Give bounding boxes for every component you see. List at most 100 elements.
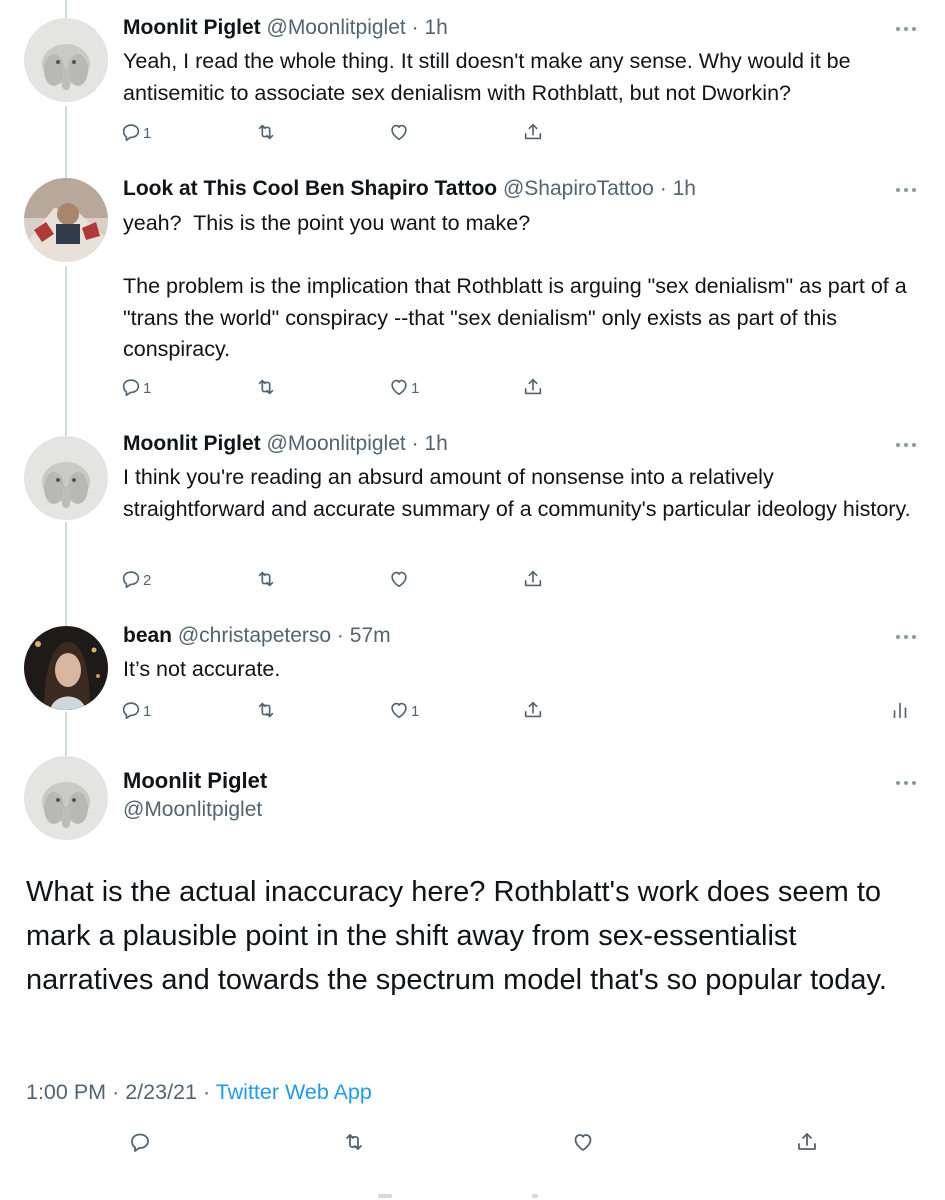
reply-icon [131, 1133, 149, 1152]
reply-count: 1 [143, 125, 152, 142]
like-button[interactable]: 1 [388, 696, 419, 724]
timestamp[interactable]: 1h [424, 432, 447, 455]
date[interactable]: 2/23/21 [125, 1080, 197, 1104]
handle[interactable]: @Moonlitpiglet [267, 432, 406, 455]
timestamp[interactable]: 1h [673, 177, 696, 200]
retweet-icon [258, 124, 274, 140]
retweet-icon [346, 1134, 362, 1150]
handle[interactable]: @Moonlitpiglet [123, 798, 262, 822]
display-name[interactable]: Moonlit Piglet [123, 768, 267, 794]
timestamp[interactable]: 57m [350, 624, 391, 647]
share-icon [524, 123, 542, 140]
more-icon[interactable] [895, 24, 917, 34]
separator: · [202, 1080, 211, 1104]
reply-button[interactable] [128, 1130, 152, 1154]
avatar[interactable] [24, 626, 108, 710]
reply-button[interactable]: 1 [120, 373, 151, 401]
reply-icon [122, 702, 140, 720]
retweet-icon [258, 379, 274, 395]
action-bar: 2 [120, 565, 920, 593]
share-button[interactable] [522, 118, 544, 146]
action-bar: 1 1 [120, 696, 920, 724]
tweet-meta: 1:00 PM · 2/23/21 · Twitter Web App [26, 1080, 372, 1105]
retweet-icon [258, 702, 274, 718]
reply-count: 1 [143, 380, 152, 397]
more-icon[interactable] [895, 778, 917, 788]
action-bar [0, 1130, 945, 1160]
reply-count: 2 [143, 572, 152, 589]
tweet-text: It’s not accurate. [123, 657, 281, 681]
display-name[interactable]: Look at This Cool Ben Shapiro Tattoo [123, 177, 497, 200]
like-button[interactable]: 1 [388, 373, 419, 401]
thread-line [65, 0, 67, 18]
cropped-content-edge [0, 1192, 945, 1200]
tweet-header: Moonlit Piglet @Moonlitpiglet · 1h [123, 14, 448, 42]
like-icon [391, 124, 407, 141]
like-button[interactable] [388, 565, 411, 593]
display-name[interactable]: Moonlit Piglet [123, 432, 261, 455]
analytics-icon [893, 702, 907, 719]
like-icon [391, 571, 407, 588]
share-button[interactable] [522, 565, 544, 593]
thread-line [65, 106, 67, 178]
retweet-button[interactable] [255, 118, 277, 146]
more-icon[interactable] [895, 632, 917, 642]
like-button[interactable] [388, 118, 411, 146]
share-icon [524, 378, 542, 395]
display-name[interactable]: Moonlit Piglet [123, 16, 261, 39]
share-button[interactable] [522, 696, 544, 724]
handle[interactable]: @ShapiroTattoo [503, 177, 654, 200]
reply-icon [122, 571, 140, 589]
share-icon [524, 701, 542, 718]
avatar[interactable] [24, 178, 108, 262]
reply-count: 1 [143, 703, 152, 720]
display-name[interactable]: bean [123, 624, 172, 647]
retweet-button[interactable] [255, 565, 277, 593]
tweet-header: Moonlit Piglet @Moonlitpiglet · 1h [123, 430, 448, 458]
share-button[interactable] [522, 373, 544, 401]
separator: · [411, 16, 419, 39]
tweet-header: Look at This Cool Ben Shapiro Tattoo @Sh… [123, 175, 696, 203]
handle[interactable]: @christapeterso [178, 624, 331, 647]
analytics-button[interactable] [889, 696, 911, 724]
source-app-link[interactable]: Twitter Web App [216, 1080, 372, 1104]
thread-line [65, 522, 67, 626]
share-icon [524, 570, 542, 587]
reply-button[interactable]: 2 [120, 565, 151, 593]
like-count: 1 [411, 380, 420, 397]
handle[interactable]: @Moonlitpiglet [267, 16, 406, 39]
reply-button[interactable]: 1 [120, 696, 151, 724]
separator: · [659, 177, 667, 200]
separator: · [112, 1080, 120, 1104]
avatar[interactable] [24, 436, 108, 520]
avatar[interactable] [24, 18, 108, 102]
thread-line [65, 266, 67, 436]
tweet-text: I think you're reading an absurd amount … [123, 465, 911, 521]
action-bar: 1 1 [120, 373, 920, 401]
like-count: 1 [411, 703, 420, 720]
retweet-icon [258, 571, 274, 587]
tweet-text: yeah? This is the point you want to make… [123, 211, 907, 361]
retweet-button[interactable] [342, 1130, 366, 1154]
retweet-button[interactable] [255, 373, 277, 401]
more-icon[interactable] [895, 440, 917, 450]
share-button[interactable] [795, 1130, 819, 1154]
separator: · [336, 624, 344, 647]
thread-line [65, 712, 67, 756]
more-icon[interactable] [895, 185, 917, 195]
avatar[interactable] [24, 756, 108, 840]
timestamp[interactable]: 1:00 PM [26, 1080, 106, 1104]
tweet-text: Yeah, I read the whole thing. It still d… [123, 49, 857, 105]
timestamp[interactable]: 1h [424, 16, 447, 39]
tweet-text: What is the actual inaccuracy here? Roth… [26, 876, 887, 996]
reply-button[interactable]: 1 [120, 118, 151, 146]
separator: · [411, 432, 419, 455]
like-button[interactable] [571, 1130, 595, 1154]
reply-icon [122, 379, 140, 397]
retweet-button[interactable] [255, 696, 277, 724]
like-icon [574, 1134, 592, 1151]
share-icon [798, 1133, 816, 1150]
like-icon [391, 379, 407, 396]
action-bar: 1 [120, 118, 920, 146]
tweet-header: bean @christapeterso · 57m [123, 622, 391, 650]
